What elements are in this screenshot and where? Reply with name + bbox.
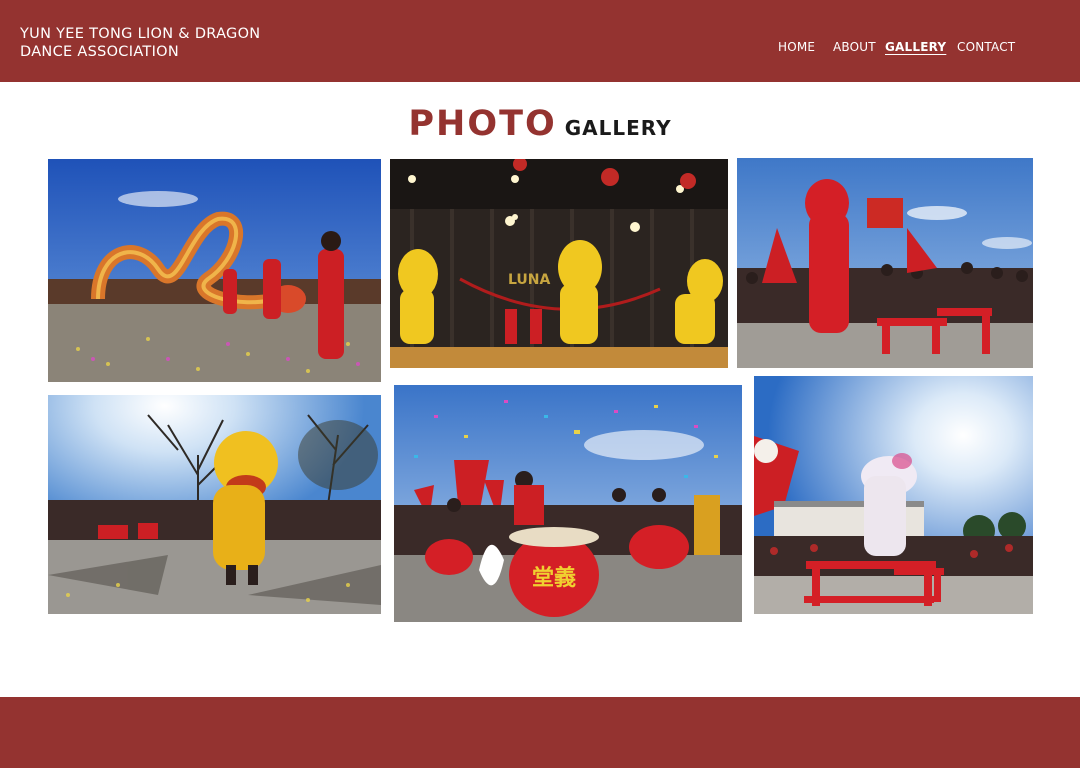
nav-gallery[interactable]: GALLERY	[885, 40, 946, 54]
dragon-dance-parade-image	[48, 159, 381, 382]
site-header: YUN YEE TONG LION & DRAGON DANCE ASSOCIA…	[0, 0, 1080, 82]
page-title-word-2: GALLERY	[564, 116, 672, 140]
lunar-new-year-stage-lions-photo[interactable]: LUNA	[390, 159, 728, 368]
dragon-dance-parade-photo[interactable]	[48, 159, 381, 382]
nav-home[interactable]: HOME	[778, 40, 815, 54]
yellow-lion-street-image	[48, 395, 381, 614]
drummers-confetti-image: 堂義	[394, 385, 742, 622]
page-title: PHOTO GALLERY	[0, 104, 1080, 144]
lunar-new-year-stage-image: LUNA	[390, 159, 728, 368]
brand-line-1: YUN YEE TONG LION & DRAGON	[20, 26, 261, 42]
yellow-lion-street-photo[interactable]	[48, 395, 381, 614]
drummers-confetti-photo[interactable]: 堂義	[394, 385, 742, 622]
site-brand[interactable]: YUN YEE TONG LION & DRAGON DANCE ASSOCIA…	[20, 25, 260, 61]
svg-text:堂義: 堂義	[532, 565, 576, 591]
nav-about[interactable]: ABOUT	[833, 40, 876, 54]
page-title-word-1: PHOTO	[408, 104, 557, 144]
white-lion-benches-image	[754, 376, 1033, 614]
nav-contact[interactable]: CONTACT	[957, 40, 1015, 54]
svg-text:LUNA: LUNA	[508, 272, 551, 288]
red-lion-benches-image	[737, 158, 1033, 368]
site-footer	[0, 697, 1080, 768]
red-lion-on-benches-photo[interactable]	[737, 158, 1033, 368]
white-lion-on-benches-photo[interactable]	[754, 376, 1033, 614]
brand-line-2: DANCE ASSOCIATION	[20, 44, 179, 60]
